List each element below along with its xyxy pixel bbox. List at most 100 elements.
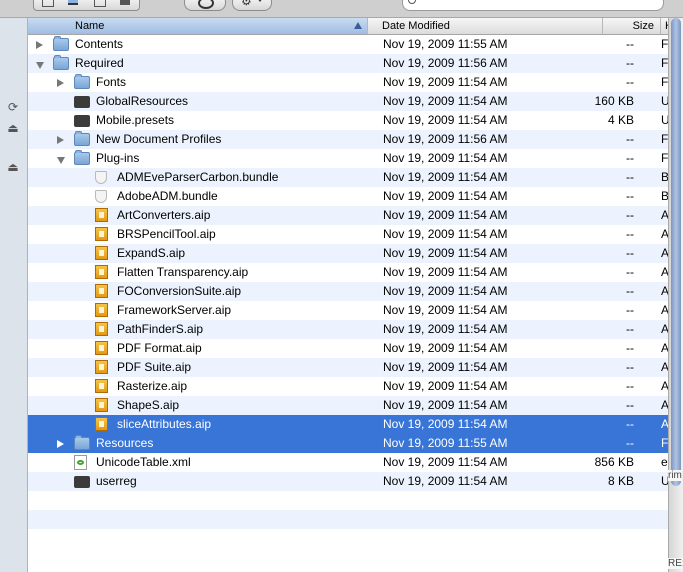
table-row[interactable]: Required Nov 19, 2009 11:56 AM -- F [28,54,668,73]
size-cell: 856 KB [594,455,634,469]
table-row[interactable]: PDF Format.aip Nov 19, 2009 11:54 AM -- A [28,339,668,358]
disclosure-expanded-icon[interactable] [36,62,44,69]
empty-row [28,510,668,529]
name-cell: PDF Format.aip [28,339,373,358]
kind-cell: A [661,379,668,393]
plugin-icon [95,246,108,260]
disclosure-expanded-icon[interactable] [57,157,65,164]
plugin-icon [95,227,108,241]
name-cell: Resources [28,434,373,453]
eject-icon[interactable]: ⏏ [6,121,20,135]
view-mode-segmented-control[interactable] [33,0,140,11]
list-view-icon[interactable] [68,0,78,5]
table-row[interactable]: ShapeS.aip Nov 19, 2009 11:54 AM -- A [28,396,668,415]
empty-row [28,529,668,548]
date-cell: Nov 19, 2009 11:54 AM [383,360,508,374]
table-row[interactable]: FrameworkServer.aip Nov 19, 2009 11:54 AM… [28,301,668,320]
date-cell: Nov 19, 2009 11:54 AM [383,151,508,165]
kind-cell: A [661,360,668,374]
table-row[interactable]: sliceAttributes.aip Nov 19, 2009 11:54 AM… [28,415,668,434]
disclosure-collapsed-icon[interactable] [36,41,43,49]
name-cell: PathFinderS.aip [28,320,373,339]
disclosure-collapsed-icon[interactable] [57,440,64,448]
file-name: Resources [96,436,154,450]
icon-view-icon[interactable] [42,0,54,7]
executable-icon [74,115,90,127]
table-row[interactable]: Contents Nov 19, 2009 11:55 AM -- F [28,35,668,54]
search-field[interactable] [402,0,664,11]
table-row[interactable]: PDF Suite.aip Nov 19, 2009 11:54 AM -- A [28,358,668,377]
table-row[interactable]: New Document Profiles Nov 19, 2009 11:56 … [28,130,668,149]
bundle-icon [95,190,107,203]
name-cell: sliceAttributes.aip [28,415,373,434]
file-name: Plug-ins [96,151,140,165]
column-header-size-label: Size [632,20,654,32]
kind-cell: F [661,151,668,165]
folder-icon [74,150,90,165]
vertical-scrollbar[interactable] [668,18,683,572]
table-row[interactable]: PathFinderS.aip Nov 19, 2009 11:54 AM -- A [28,320,668,339]
column-header-size[interactable]: Size [603,18,661,34]
table-row[interactable]: ADMEveParserCarbon.bundle Nov 19, 2009 11… [28,168,668,187]
kind-cell: F [661,56,668,70]
file-name: PDF Suite.aip [117,360,192,374]
table-row[interactable]: Fonts Nov 19, 2009 11:54 AM -- F [28,73,668,92]
table-row[interactable]: AdobeADM.bundle Nov 19, 2009 11:54 AM -- B [28,187,668,206]
executable-icon [74,476,90,488]
folder-icon [53,55,69,70]
name-cell: BRSPencilTool.aip [28,225,373,244]
plugin-icon [95,208,108,222]
file-name: userreg [96,474,137,488]
kind-cell: F [661,37,668,51]
name-cell: Rasterize.aip [28,377,373,396]
date-cell: Nov 19, 2009 11:54 AM [383,322,508,336]
date-cell: Nov 19, 2009 11:54 AM [383,246,508,260]
table-row[interactable]: GlobalResources Nov 19, 2009 11:54 AM 160 … [28,92,668,111]
quick-look-button[interactable] [184,0,226,11]
table-row[interactable]: Plug-ins Nov 19, 2009 11:54 AM -- F [28,149,668,168]
sync-icon[interactable]: ⟳ [6,100,20,114]
name-cell: GlobalResources [28,92,373,111]
table-row[interactable]: Rasterize.aip Nov 19, 2009 11:54 AM -- A [28,377,668,396]
file-name: New Document Profiles [96,132,222,146]
folder-icon [74,435,90,450]
disclosure-collapsed-icon[interactable] [57,136,64,144]
plugin-icon [95,284,108,298]
folder-icon [53,36,69,51]
scrollbar-thumb[interactable] [671,18,681,486]
date-cell: Nov 19, 2009 11:56 AM [383,56,508,70]
name-cell: userreg [28,472,373,491]
action-menu-button[interactable]: ⚙ [232,0,272,11]
executable-icon [74,96,90,108]
date-cell: Nov 19, 2009 11:54 AM [383,227,508,241]
name-cell: FOConversionSuite.aip [28,282,373,301]
column-view-icon[interactable] [94,0,106,7]
table-row[interactable]: FOConversionSuite.aip Nov 19, 2009 11:54 … [28,282,668,301]
size-cell: -- [626,265,634,279]
kind-cell: A [661,303,668,317]
table-row[interactable]: ArtConverters.aip Nov 19, 2009 11:54 AM --… [28,206,668,225]
column-header-kind[interactable]: K [661,18,668,34]
table-row[interactable]: Flatten Transparency.aip Nov 19, 2009 11:… [28,263,668,282]
table-row[interactable]: ExpandS.aip Nov 19, 2009 11:54 AM -- A [28,244,668,263]
table-row[interactable]: UnicodeTable.xml Nov 19, 2009 11:54 AM 856… [28,453,668,472]
eject-icon[interactable]: ⏏ [6,160,20,174]
size-cell: -- [626,360,634,374]
kind-cell: A [661,265,668,279]
file-name: BRSPencilTool.aip [117,227,216,241]
column-header-date-modified[interactable]: Date Modified [378,18,603,34]
table-row[interactable]: BRSPencilTool.aip Nov 19, 2009 11:54 AM --… [28,225,668,244]
table-row[interactable]: userreg Nov 19, 2009 11:54 AM 8 KB U [28,472,668,491]
column-header-name[interactable]: Name [28,18,368,34]
disclosure-collapsed-icon[interactable] [57,79,64,87]
size-cell: -- [626,341,634,355]
date-cell: Nov 19, 2009 11:55 AM [383,436,508,450]
date-cell: Nov 19, 2009 11:54 AM [383,189,508,203]
size-cell: -- [626,170,634,184]
table-row[interactable]: Resources Nov 19, 2009 11:55 AM -- F [28,434,668,453]
file-list-view[interactable]: Name Date Modified Size K Contents Nov 19… [28,18,668,572]
size-cell: 8 KB [607,474,634,488]
table-row[interactable]: Mobile.presets Nov 19, 2009 11:54 AM 4 KB U [28,111,668,130]
kind-cell: F [661,132,668,146]
cover-flow-icon[interactable] [120,0,130,5]
